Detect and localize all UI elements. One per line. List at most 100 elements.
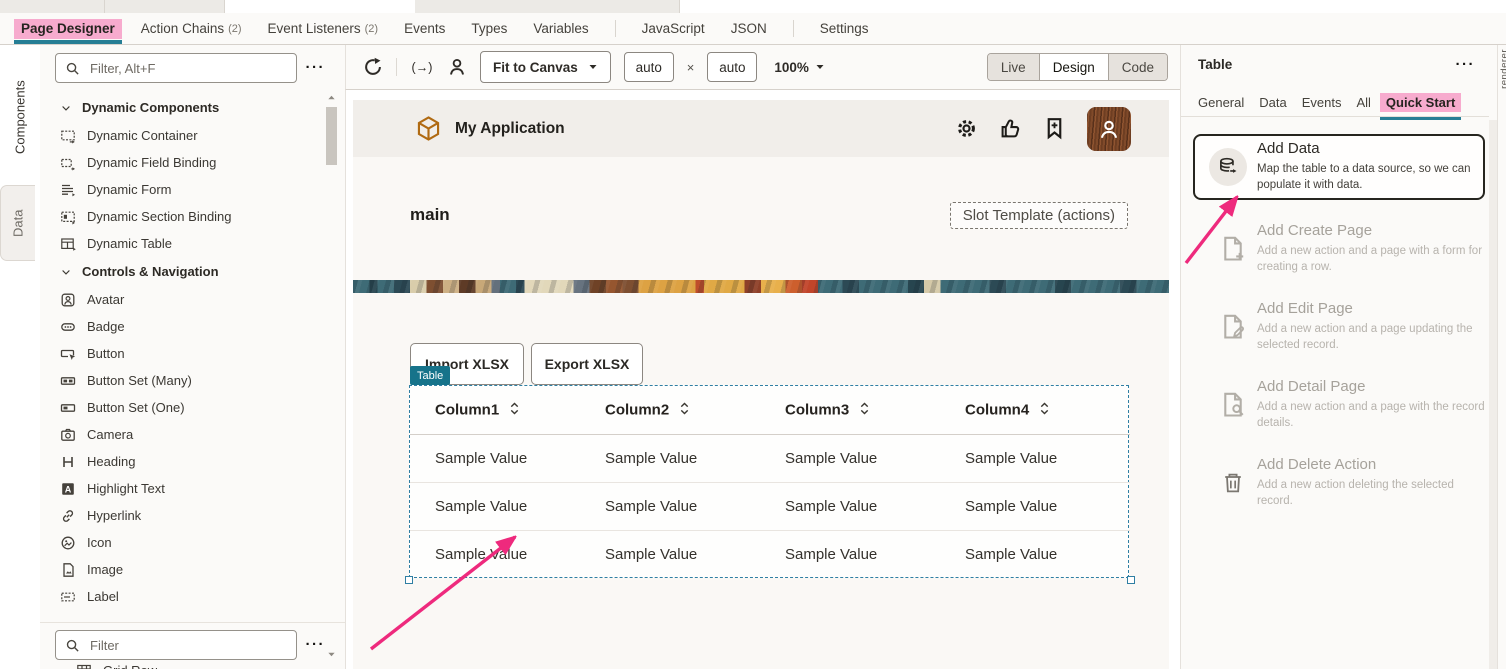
props-tab-label: Quick Start — [1380, 93, 1461, 112]
tab-variables[interactable]: Variables — [533, 13, 588, 44]
column-header-column4[interactable]: Column4 — [940, 386, 1130, 435]
section-header-dynamic-components[interactable]: Dynamic Components — [60, 93, 325, 122]
palette-item-dynamic-table[interactable]: Dynamic Table — [60, 230, 325, 257]
palette-scrollbar[interactable] — [326, 93, 337, 659]
tab-action-chains[interactable]: Action Chains(2) — [141, 13, 242, 44]
tab-event-listeners[interactable]: Event Listeners(2) — [268, 13, 379, 44]
palette-filter-input[interactable] — [88, 60, 287, 77]
persona-icon[interactable] — [447, 57, 467, 77]
palette-item-image[interactable]: Image — [60, 556, 325, 583]
artifact-tab[interactable] — [0, 0, 105, 13]
insert-component-icon[interactable]: (→) — [410, 57, 434, 77]
palette-item-icon[interactable]: Icon — [60, 529, 325, 556]
quickstart-add-delete-action[interactable]: Add Delete ActionAdd a new action deleti… — [1193, 444, 1485, 522]
structure-filter[interactable] — [55, 630, 297, 660]
quickstart-add-data[interactable]: Add DataMap the table to a data source, … — [1193, 134, 1485, 200]
props-tab-all[interactable]: All — [1356, 95, 1370, 116]
quickstart-add-create-page[interactable]: Add Create PageAdd a new action and a pa… — [1193, 210, 1485, 288]
panel-tab-components[interactable]: Components — [0, 55, 40, 180]
tab-label: JavaScript — [642, 21, 705, 36]
refresh-icon[interactable] — [363, 57, 383, 77]
palette-item-dynamic-container[interactable]: Dynamic Container — [60, 122, 325, 149]
quickstart-text: Add Create PageAdd a new action and a pa… — [1257, 222, 1485, 276]
tab-javascript[interactable]: JavaScript — [642, 13, 705, 44]
tab-page-designer[interactable]: Page Designer — [21, 13, 115, 44]
quickstart-add-detail-page[interactable]: Add Detail PageAdd a new action and a pa… — [1193, 366, 1485, 444]
gear-icon[interactable] — [955, 117, 978, 140]
palette-item-camera[interactable]: Camera — [60, 421, 325, 448]
palette-item-label: Icon — [87, 535, 112, 550]
palette-item-avatar[interactable]: Avatar — [60, 286, 325, 313]
palette-item-badge[interactable]: Badge — [60, 313, 325, 340]
props-tab-data[interactable]: Data — [1259, 95, 1286, 116]
user-avatar[interactable] — [1087, 107, 1131, 151]
fit-to-canvas-dropdown[interactable]: Fit to Canvas — [480, 51, 611, 83]
tab-json[interactable]: JSON — [731, 13, 767, 44]
database-icon — [1209, 148, 1247, 186]
structure-item-clipped[interactable]: Grid Row — [76, 663, 157, 669]
column-header-column3[interactable]: Column3 — [760, 386, 940, 435]
palette-item-label: Badge — [87, 319, 125, 334]
tab-label: Settings — [820, 21, 869, 36]
palette-item-label[interactable]: Label — [60, 583, 325, 610]
artifact-tab[interactable] — [415, 0, 680, 13]
palette-item-dynamic-field-binding[interactable]: Dynamic Field Binding — [60, 149, 325, 176]
palette-filter[interactable] — [55, 53, 297, 83]
table-row: Sample ValueSample ValueSample ValueSamp… — [410, 435, 1130, 483]
thumbs-up-icon[interactable] — [999, 117, 1022, 140]
properties-header: Table ··· — [1198, 57, 1475, 72]
palette-item-dynamic-form[interactable]: Dynamic Form — [60, 176, 325, 203]
palette-item-dynamic-section-binding[interactable]: Dynamic Section Binding — [60, 203, 325, 230]
selection-badge: Table — [410, 366, 450, 385]
palette-item-button-set-many[interactable]: Button Set (Many) — [60, 367, 325, 394]
palette-item-hyperlink[interactable]: Hyperlink — [60, 502, 325, 529]
palette-item-label: Dynamic Container — [87, 128, 198, 143]
props-tab-events[interactable]: Events — [1302, 95, 1342, 116]
zoom-dropdown[interactable]: 100% — [774, 60, 825, 75]
structure-overflow-menu-button[interactable]: ··· — [306, 640, 326, 650]
tab-label: Types — [471, 21, 507, 36]
scrollbar-thumb[interactable] — [326, 107, 337, 165]
tab-events[interactable]: Events — [404, 13, 445, 44]
mode-design[interactable]: Design — [1039, 54, 1108, 80]
badge-icon — [60, 319, 76, 335]
section-header-controls-navigation[interactable]: Controls & Navigation — [60, 257, 325, 286]
page-title-row: main Slot Template (actions) — [410, 200, 1128, 230]
canvas-width-input[interactable] — [624, 52, 674, 82]
tab-settings[interactable]: Settings — [820, 13, 869, 44]
artifact-tab[interactable] — [105, 0, 225, 13]
canvas-height-input[interactable] — [707, 52, 757, 82]
palette-item-highlight-text[interactable]: AHighlight Text — [60, 475, 325, 502]
props-tab-quick-start[interactable]: Quick Start — [1386, 95, 1455, 116]
svg-text:(→): (→) — [412, 60, 433, 74]
mode-live[interactable]: Live — [988, 54, 1039, 80]
table-cell: Sample Value — [760, 483, 940, 531]
scroll-down-icon[interactable] — [327, 650, 336, 659]
palette-item-heading[interactable]: Heading — [60, 448, 325, 475]
palette-overflow-menu-button[interactable]: ··· — [306, 63, 326, 73]
column-label: Column4 — [965, 402, 1029, 419]
panel-tab-data[interactable]: Data — [0, 185, 35, 261]
props-tab-general[interactable]: General — [1198, 95, 1244, 116]
properties-panel: Table ··· General Data Events All Quick Star… — [1180, 45, 1497, 669]
palette-item-button-set-one[interactable]: Button Set (One) — [60, 394, 325, 421]
tab-types[interactable]: Types — [471, 13, 507, 44]
button-set-one-icon — [60, 400, 76, 416]
mode-code[interactable]: Code — [1108, 54, 1167, 80]
table-component-selected[interactable]: Column1Column2Column3 Column4 Sample Valu… — [409, 385, 1129, 578]
column-header-column2[interactable]: Column2 — [580, 386, 760, 435]
column-header-column1[interactable]: Column1 — [410, 386, 580, 435]
slot-template-actions[interactable]: Slot Template (actions) — [950, 202, 1128, 229]
export-xlsx-button[interactable]: Export XLSX — [531, 343, 643, 385]
structure-filter-input[interactable] — [88, 637, 287, 654]
palette-item-button[interactable]: Button — [60, 340, 325, 367]
selection-handle-right[interactable] — [1127, 576, 1135, 584]
quickstart-add-edit-page[interactable]: Add Edit PageAdd a new action and a page… — [1193, 288, 1485, 366]
properties-scrollbar[interactable] — [1489, 120, 1497, 669]
bookmark-add-icon[interactable] — [1043, 117, 1066, 140]
properties-overflow-menu-button[interactable]: ··· — [1456, 60, 1476, 70]
scroll-up-icon[interactable] — [327, 93, 336, 102]
table-cell: Sample Value — [580, 483, 760, 531]
selection-handle-left[interactable] — [405, 576, 413, 584]
section-title: Controls & Navigation — [82, 264, 219, 279]
